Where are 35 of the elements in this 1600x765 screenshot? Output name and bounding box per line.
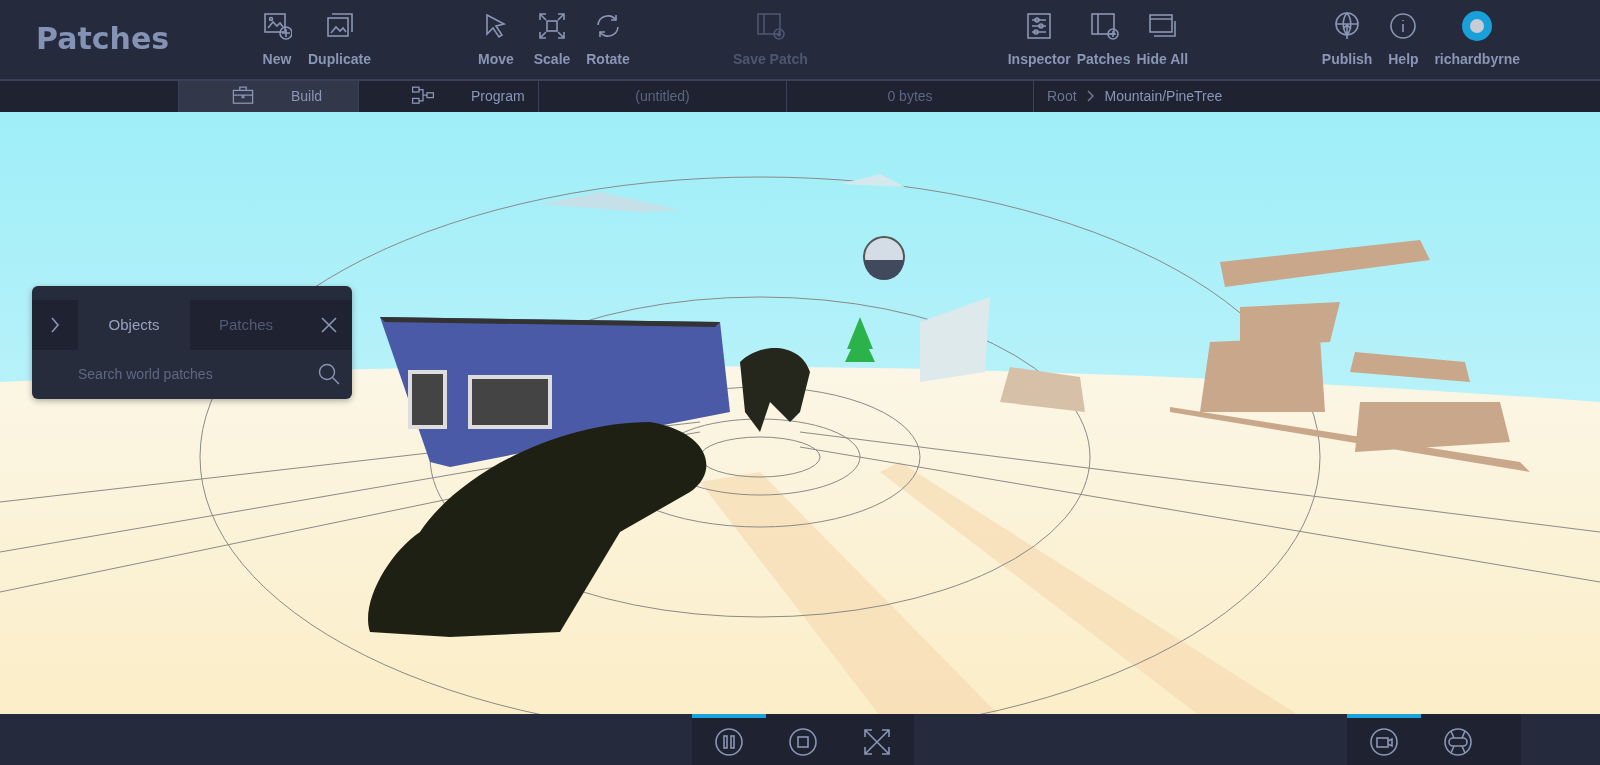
toolbar-button[interactable]: Hide All	[1136, 0, 1189, 79]
toolbar-button[interactable]: Duplicate	[308, 0, 371, 79]
app-title: Patches	[36, 20, 171, 59]
mode-tab[interactable]: Build	[179, 80, 359, 112]
gamepad-icon	[1443, 726, 1473, 757]
info-icon	[1388, 11, 1419, 41]
scale-frame-icon	[537, 11, 567, 41]
pause-icon	[714, 726, 744, 757]
avatar-icon	[1462, 11, 1493, 41]
search-icon[interactable]	[318, 363, 340, 386]
stop-icon	[788, 726, 818, 757]
film-plus-icon	[1088, 11, 1119, 41]
breadcrumb-item[interactable]: Mountain/PineTree	[1104, 88, 1223, 105]
chevron-right-icon	[1086, 90, 1095, 103]
close-icon[interactable]	[321, 316, 337, 333]
mode-tab[interactable]: Program	[359, 80, 539, 112]
expand-icon	[862, 726, 892, 757]
search-field[interactable]: Search world patches	[78, 366, 318, 383]
toolbar-button[interactable]: Publish	[1321, 0, 1373, 79]
file-size: 0 bytes	[787, 80, 1034, 112]
chevron-right-icon[interactable]	[50, 316, 60, 333]
panel-tab[interactable]: Objects	[78, 299, 190, 350]
video-camera-icon	[1369, 726, 1399, 757]
toolbar-button[interactable]: Inspector	[1007, 0, 1071, 79]
toolbar-button[interactable]: Scale	[527, 0, 577, 79]
breadcrumb-item[interactable]: Root	[1047, 88, 1077, 105]
film-download-icon	[755, 11, 786, 41]
toolbar-button[interactable]: Help	[1378, 0, 1429, 79]
toolbar-button[interactable]: New	[252, 0, 302, 79]
toolbar-button[interactable]: Patches	[1076, 0, 1131, 79]
file-name: (untitled)	[539, 80, 787, 112]
toolbar-button[interactable]: Move	[471, 0, 521, 79]
user-menu-button[interactable]: richardbyrne	[1434, 0, 1520, 79]
image-plus-icon	[262, 11, 292, 41]
toolbar-button[interactable]: Rotate	[583, 0, 633, 79]
